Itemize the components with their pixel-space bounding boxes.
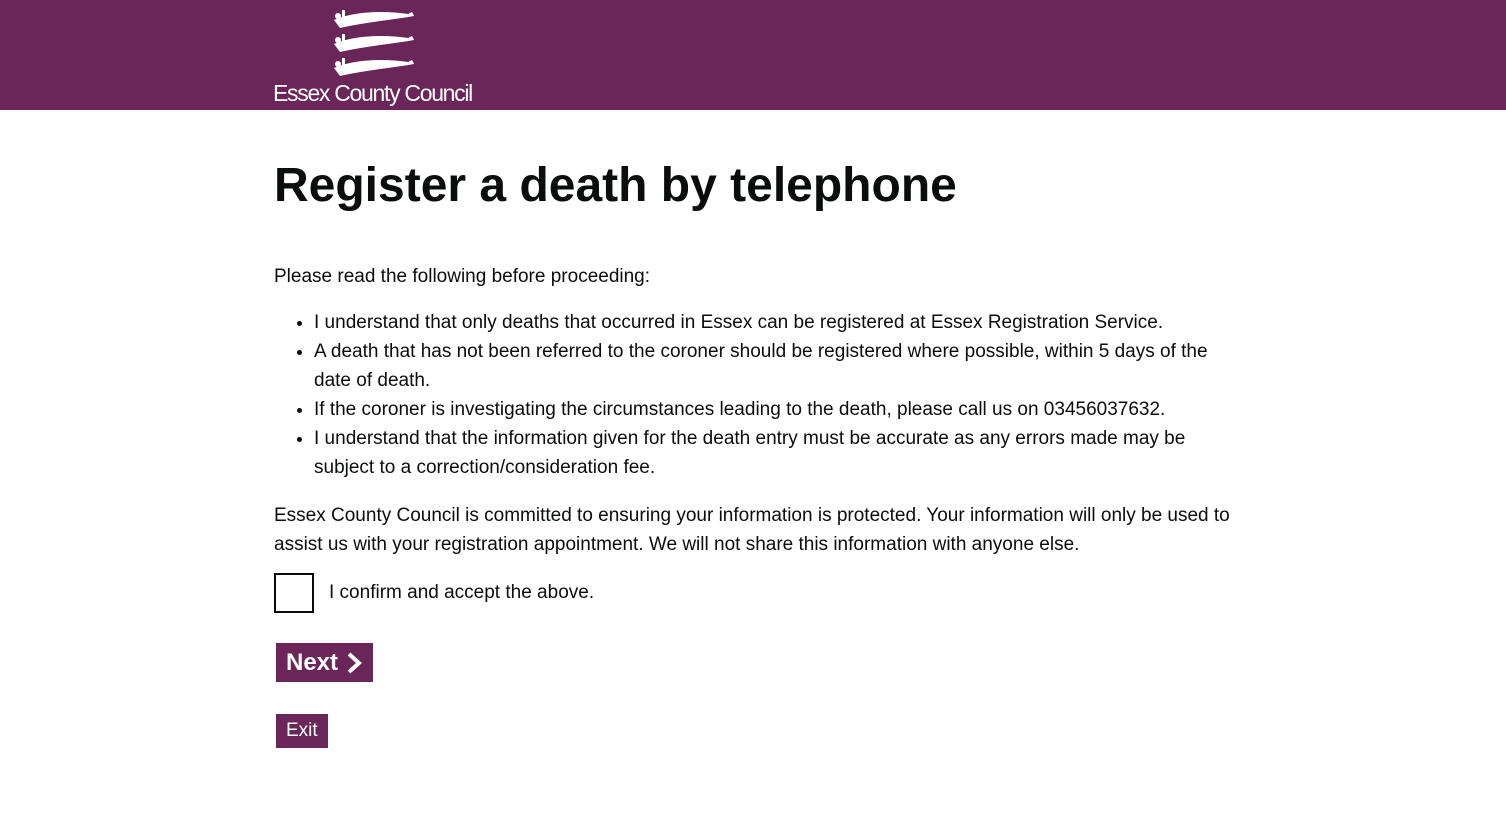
site-header: Essex County Council [0,0,1506,110]
list-item: A death that has not been referred to th… [314,337,1244,395]
list-item: I understand that only deaths that occur… [314,308,1244,337]
next-button-label: Next [286,648,339,676]
logo-text: Essex County Council [273,80,473,106]
page-title: Register a death by telephone [274,159,957,212]
intro-text: Please read the following before proceed… [274,266,651,287]
next-button[interactable]: Next [276,643,374,682]
confirm-checkbox[interactable] [274,573,314,613]
three-seaxes-crest-icon [334,10,414,76]
conditions-list: I understand that only deaths that occur… [274,308,1244,482]
list-item: I understand that the information given … [314,424,1244,482]
council-logo[interactable]: Essex County Council [273,6,484,106]
chevron-right-icon [347,652,363,673]
confirm-label[interactable]: I confirm and accept the above. [329,581,594,605]
exit-button[interactable]: Exit [276,714,328,748]
confirm-field: I confirm and accept the above. [274,573,594,613]
list-item: If the coroner is investigating the circ… [314,395,1244,424]
privacy-statement: Essex County Council is committed to ens… [274,505,1230,555]
